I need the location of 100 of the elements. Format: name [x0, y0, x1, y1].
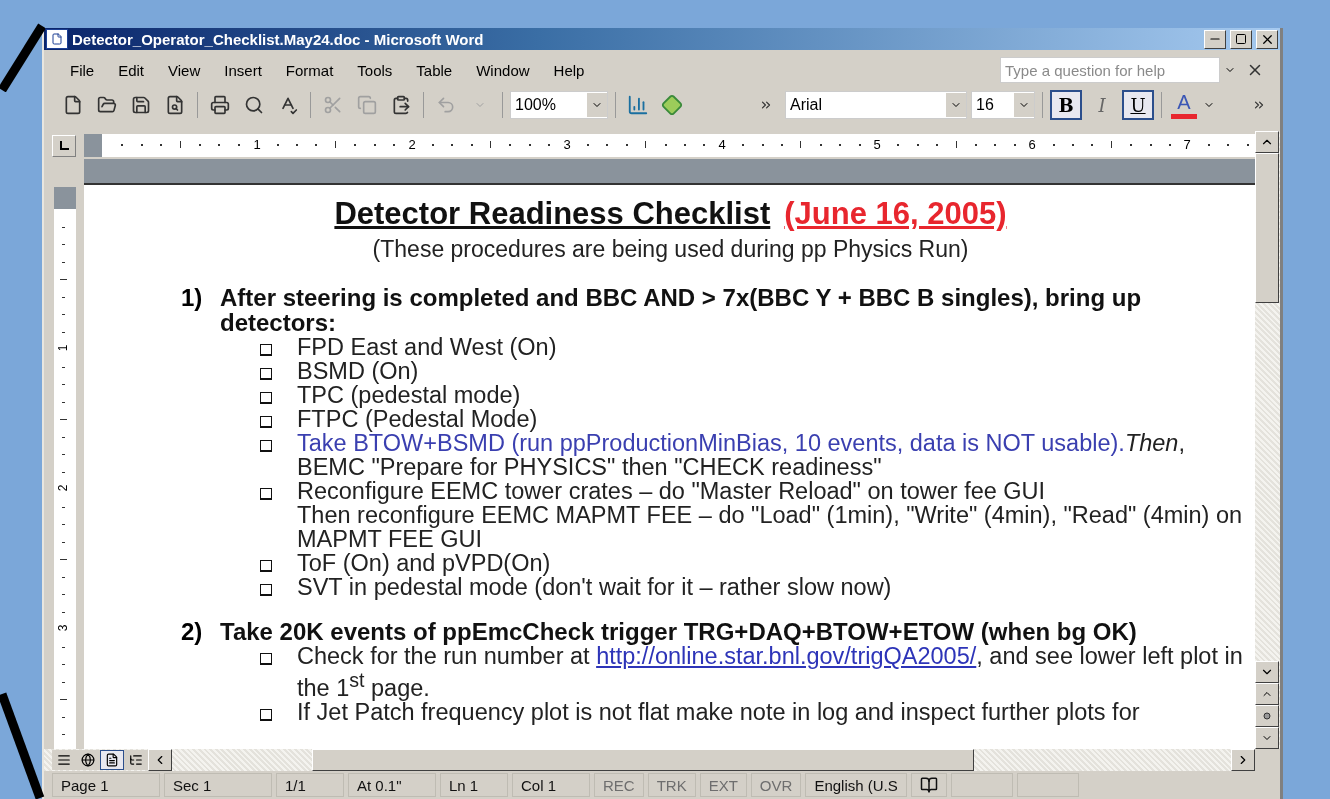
checkbox-bullet: [260, 368, 272, 380]
font-field[interactable]: Arial: [785, 91, 967, 119]
document-date: (June 16, 2005): [784, 196, 1007, 231]
ruler-number: 4: [718, 137, 726, 152]
status-text: Page 1: [52, 773, 160, 797]
lines-icon: [57, 753, 71, 767]
underline-button[interactable]: U: [1122, 90, 1154, 120]
tab-left-icon: [59, 141, 69, 151]
mode-indicator: EXT: [699, 773, 747, 797]
chevrons-icon: [759, 98, 773, 112]
section-number: 2): [181, 619, 204, 644]
minimize-button[interactable]: [1204, 29, 1226, 49]
window-title: Detector_Operator_Checklist.May24.doc - Microsoft Word: [72, 30, 485, 48]
clipboard-icon: [391, 95, 411, 115]
page-magnifier-icon: [165, 95, 185, 115]
section-number: 1): [181, 285, 204, 313]
ruler-number: 1: [56, 344, 71, 352]
help-search-field[interactable]: Type a question for help: [1000, 57, 1220, 83]
checkbox-bullet: [260, 584, 272, 596]
page-icon: [63, 95, 83, 115]
checkbox-bullet: [260, 392, 272, 404]
web-view-button[interactable]: [76, 750, 100, 770]
tab-stop-button[interactable]: [52, 135, 76, 157]
checkbox-bullet: [260, 708, 272, 721]
checkbox-bullet: [260, 488, 272, 500]
scroll-right-button[interactable]: [1231, 749, 1255, 771]
globe-icon: [81, 753, 95, 767]
menu-item[interactable]: Insert: [212, 61, 274, 79]
ruler-number: 1: [253, 137, 261, 152]
scroll-thumb[interactable]: [312, 749, 974, 771]
scroll-up-button[interactable]: [1255, 131, 1279, 153]
document-title: Detector Readiness Checklist: [334, 196, 771, 231]
document-subtitle: (These procedures are being used during pp Physics Run): [372, 236, 969, 262]
language-indicator: English (U.S: [805, 773, 907, 797]
normal-view-button[interactable]: [52, 750, 76, 770]
magnifier-icon: [244, 95, 264, 115]
outline-view-button[interactable]: [124, 750, 148, 770]
previous-page-button[interactable]: [1255, 683, 1279, 705]
italic-button[interactable]: I: [1086, 90, 1118, 120]
checkbox-bullet: [260, 416, 272, 428]
font-color-button[interactable]: A: [1169, 91, 1199, 119]
mode-indicator: TRK: [647, 773, 696, 797]
mode-indicator: REC: [594, 773, 644, 797]
next-page-button[interactable]: [1255, 727, 1279, 749]
book-icon: [919, 776, 938, 794]
menu-item[interactable]: Help: [541, 61, 597, 79]
list-item-text: Check for the run number at http://online.star.bnl.gov/trigQA2005/, and see lower left plot in: [297, 644, 1244, 668]
scissors-icon: [323, 95, 343, 115]
menu-item[interactable]: Table: [404, 61, 465, 79]
ruler-number: 3: [563, 137, 571, 152]
list-item-text: FPD East and West (On): [297, 335, 558, 359]
printer-icon: [210, 95, 230, 115]
horizontal-ruler[interactable]: 1 2 3 4 5 6 7: [84, 134, 1255, 157]
list-item-text: MAPMT FEE GUI: [297, 527, 483, 551]
menu-item[interactable]: Window: [464, 61, 542, 79]
maximize-button[interactable]: [1230, 29, 1252, 49]
copy-icon: [357, 95, 377, 115]
status-text: Ln 1: [440, 773, 508, 797]
page-icon: [105, 753, 119, 767]
scroll-down-button[interactable]: [1255, 661, 1279, 683]
menu-item[interactable]: View: [156, 61, 213, 79]
browse-object-button[interactable]: [1255, 705, 1279, 727]
ruler-number: 2: [56, 484, 71, 492]
outline-icon: [129, 753, 143, 767]
book-button[interactable]: [910, 773, 947, 797]
list-item-text: SVT in pedestal mode (don't wait for it – rather slow now): [297, 575, 893, 599]
ruler-number: 5: [873, 137, 881, 152]
undo-icon: [436, 95, 456, 115]
diagonal-line: [0, 22, 45, 92]
menu-item[interactable]: File: [58, 61, 107, 79]
section-heading: After steering is completed and BBC AND > 7x(BBC Y + BBC B singles), bring up detectors:: [220, 285, 1143, 335]
menu-item[interactable]: Edit: [106, 61, 157, 79]
menu-item[interactable]: Tools: [345, 61, 405, 79]
checkbox-bullet: [260, 653, 272, 665]
ruler-number: 6: [1028, 137, 1036, 152]
bold-button[interactable]: B: [1050, 90, 1082, 120]
status-text: Sec 1: [164, 773, 272, 797]
ruler-number: 2: [408, 137, 416, 152]
close-button[interactable]: [1256, 29, 1278, 49]
scroll-left-button[interactable]: [148, 749, 172, 771]
print-view-button[interactable]: [100, 750, 124, 770]
checkbox-bullet: [260, 344, 272, 356]
circle-icon: [1263, 712, 1271, 720]
status-text: 1/1: [276, 773, 344, 797]
status-text: At 0.1": [348, 773, 436, 797]
menu-item[interactable]: Format: [273, 61, 346, 79]
font-size-field[interactable]: 16: [971, 91, 1035, 119]
scroll-thumb[interactable]: [1255, 153, 1279, 303]
status-text: Col 1: [512, 773, 590, 797]
word-app-icon: [46, 29, 68, 49]
list-item-text: Then reconfigure EEMC MAPMT FEE – do "Load" (1min), "Write" (4min), "Read" (4min) on: [297, 503, 1244, 527]
mode-indicator: OVR: [750, 773, 802, 797]
ruler-number: 7: [1183, 137, 1191, 152]
folder-icon: [97, 95, 117, 115]
maximize-icon: [1235, 33, 1247, 45]
list-item-text: the 1$^{st}$ page.: [297, 668, 431, 700]
vertical-ruler[interactable]: 1 2 3: [54, 187, 76, 749]
zoom-field[interactable]: 100%: [510, 91, 608, 119]
chevrons-icon: [1252, 98, 1266, 112]
diamond-icon: [661, 94, 683, 116]
